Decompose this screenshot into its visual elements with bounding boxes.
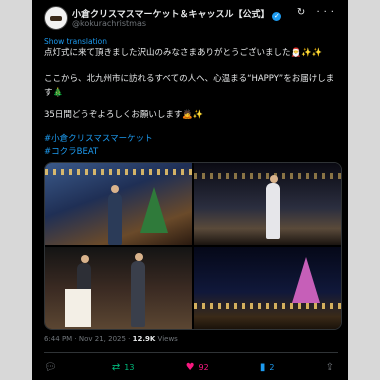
reply-button[interactable]: 💬︎: [44, 362, 61, 373]
repost-icon: ⇄: [111, 361, 121, 373]
action-bar: 💬︎ ⇄ 13 ♥ 92 ▮ 2 ⇪: [44, 359, 338, 375]
hashtag-link[interactable]: #コクラBEAT: [44, 145, 98, 157]
view-count: 12.9K: [132, 335, 156, 343]
header-actions: ↻ ···: [297, 7, 338, 18]
post-card: 小倉クリスマスマーケット＆キャッスル【公式】 ✓ @kokurachristmas…: [32, 0, 348, 380]
repost-button[interactable]: ⇄ 13: [112, 362, 135, 373]
share-button[interactable]: ⇪: [326, 362, 338, 373]
avatar[interactable]: [44, 6, 68, 30]
post-meta: 6:44 PM · Nov 21, 2025 · 12.9K Views: [44, 335, 178, 343]
media-grid: [44, 162, 342, 330]
views-label: Views: [155, 335, 178, 343]
verified-badge-icon: ✓: [272, 12, 282, 21]
heart-icon: ♥: [185, 361, 195, 373]
share-icon: ⇪: [325, 361, 334, 373]
post-header: 小倉クリスマスマーケット＆キャッスル【公式】 ✓ @kokurachristmas…: [44, 6, 340, 34]
account-handle[interactable]: @kokurachristmas: [72, 19, 146, 28]
bookmark-count: 2: [269, 362, 275, 372]
repost-count: 13: [124, 362, 135, 372]
show-translation-link[interactable]: Show translation: [44, 37, 107, 46]
bookmark-icon: ▮: [259, 361, 266, 373]
photo-3[interactable]: [45, 247, 192, 329]
like-button[interactable]: ♥ 92: [186, 362, 209, 373]
logo-mark: [50, 15, 62, 21]
more-icon[interactable]: ···: [316, 7, 338, 18]
photo-1[interactable]: [45, 163, 192, 245]
photo-2[interactable]: [194, 163, 341, 245]
post-text-line2: ここから、北九州市に訪れるすべての人へ、心温まる“HAPPY”をお届けします🎄: [44, 74, 335, 98]
post-timestamp[interactable]: 6:44 PM · Nov 21, 2025 ·: [44, 335, 133, 343]
reply-icon: 💬︎: [44, 361, 57, 373]
like-count: 92: [198, 362, 209, 372]
grok-icon[interactable]: ↻: [297, 7, 309, 18]
photo-4[interactable]: [194, 247, 341, 329]
divider: [44, 352, 338, 353]
post-text-line1: 点灯式に来て頂きました沢山のみなさまありがとうございました🎅✨✨: [44, 48, 323, 58]
post-text-line3: 35日間どうぞよろしくお願いします🙇✨: [44, 110, 204, 120]
bookmark-button[interactable]: ▮ 2: [260, 362, 275, 373]
hashtag-link[interactable]: #小倉クリスマスマーケット: [44, 132, 153, 144]
